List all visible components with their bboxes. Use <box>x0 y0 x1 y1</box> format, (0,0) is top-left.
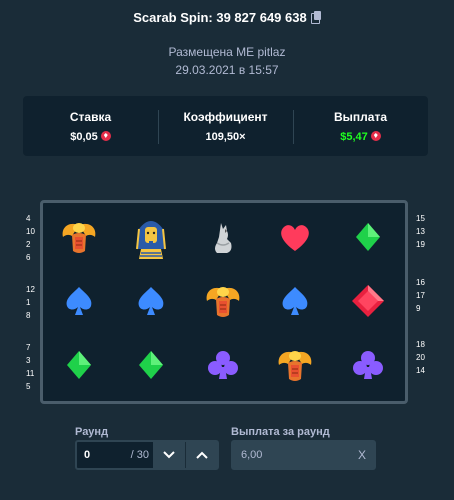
payline-number: 12 <box>26 285 35 294</box>
blue-spade-icon <box>282 287 308 315</box>
payline-number: 14 <box>416 366 425 375</box>
heart-icon <box>281 225 309 251</box>
payout-stat: Выплата $5,47 <box>293 96 428 156</box>
slot-board <box>40 200 408 404</box>
purple-club-icon <box>353 351 383 379</box>
bet-stats-panel: Ставка $0,05 Коэффициент 109,50× Выплата… <box>23 96 428 156</box>
payline-number: 16 <box>416 278 425 287</box>
slot-cell <box>116 206 186 268</box>
right-paylines-row-2: 16 17 9 <box>416 276 425 315</box>
coin-icon <box>370 131 381 141</box>
chevron-up-icon <box>195 451 208 459</box>
payout-label: Выплата <box>333 110 387 124</box>
left-paylines-row-2: 12 1 8 <box>26 283 35 322</box>
blue-spade-icon <box>66 287 92 315</box>
bet-date: 29.03.2021 в 15:57 <box>175 63 279 77</box>
red-gem-icon <box>352 285 384 317</box>
round-decrement-button[interactable] <box>153 442 185 468</box>
placed-by: Размещена ME pitlaz <box>168 45 286 59</box>
payline-number: 10 <box>26 227 35 236</box>
right-paylines-row-3: 18 20 14 <box>416 338 425 377</box>
slot-cell <box>333 270 403 332</box>
payout-value-row: $5,47 <box>293 131 428 143</box>
green-diamond-icon <box>139 351 163 379</box>
round-input[interactable]: 0 / 30 <box>77 442 153 468</box>
slot-cell <box>116 334 186 396</box>
multiplier-value: 109,50× <box>205 131 246 143</box>
payline-number: 1 <box>26 298 31 307</box>
payline-number: 13 <box>416 227 425 236</box>
payline-number: 18 <box>416 340 425 349</box>
slot-cell <box>188 334 258 396</box>
scarab-icon <box>278 351 312 381</box>
green-diamond-icon <box>356 223 380 251</box>
payline-number: 4 <box>26 214 31 223</box>
right-paylines-row-1: 15 13 19 <box>416 212 425 251</box>
bet-details-modal: Scarab Spin: 39 827 649 638 Размещена ME… <box>0 0 454 500</box>
payline-number: 8 <box>26 311 31 320</box>
slot-cell <box>260 270 330 332</box>
copy-icon[interactable] <box>310 11 321 24</box>
round-payout-value: 6,00 <box>241 449 263 461</box>
payline-number: 20 <box>416 353 425 362</box>
payline-number: 17 <box>416 291 425 300</box>
round-increment-button[interactable] <box>185 442 217 468</box>
round-total: / 30 <box>130 449 149 461</box>
coin-icon <box>100 131 111 141</box>
payline-number: 3 <box>26 356 31 365</box>
payline-number: 5 <box>26 382 31 391</box>
game-title: Scarab Spin: 39 827 649 638 <box>133 10 307 25</box>
bet-label: Ставка <box>69 110 112 124</box>
cat-statue-icon <box>215 223 232 253</box>
round-payout-label: Выплата за раунд <box>231 426 330 438</box>
bet-value-row: $0,05 <box>23 131 158 143</box>
chevron-down-icon <box>163 451 175 459</box>
slot-cell <box>260 206 330 268</box>
bet-value: $0,05 <box>70 131 98 143</box>
scarab-icon <box>62 223 96 253</box>
payout-value: $5,47 <box>340 131 368 143</box>
slot-cell <box>188 270 258 332</box>
round-label: Раунд <box>75 426 109 438</box>
left-paylines-row-3: 7 3 11 5 <box>26 341 34 393</box>
multiplier-label: Коэффициент <box>183 110 268 124</box>
slot-cell <box>116 270 186 332</box>
payline-number: 19 <box>416 240 425 249</box>
slot-cell <box>333 206 403 268</box>
purple-club-icon <box>208 351 238 379</box>
payline-number: 2 <box>26 240 31 249</box>
payline-number: 9 <box>416 304 421 313</box>
multiplier-stat: Коэффициент 109,50× <box>158 96 293 156</box>
slot-cell <box>44 206 114 268</box>
round-stepper: 0 / 30 <box>75 440 219 470</box>
round-value: 0 <box>84 449 91 461</box>
payline-number: 11 <box>26 369 35 378</box>
slot-cell <box>44 334 114 396</box>
left-paylines-row-1: 4 10 2 6 <box>26 212 35 264</box>
payline-number: 15 <box>416 214 425 223</box>
scarab-icon <box>206 287 240 317</box>
slot-cell <box>44 270 114 332</box>
slot-cell <box>333 334 403 396</box>
game-title-row: Scarab Spin: 39 827 649 638 <box>0 10 454 25</box>
round-payout-field[interactable]: 6,00 X <box>231 440 376 470</box>
payline-number: 6 <box>26 253 31 262</box>
green-diamond-icon <box>67 351 91 379</box>
slot-cell <box>260 334 330 396</box>
multiplier-x-icon: X <box>357 448 366 462</box>
pharaoh-icon <box>136 221 166 259</box>
blue-spade-icon <box>138 287 164 315</box>
bet-stat: Ставка $0,05 <box>23 96 158 156</box>
payline-number: 7 <box>26 343 31 352</box>
slot-cell <box>188 206 258 268</box>
